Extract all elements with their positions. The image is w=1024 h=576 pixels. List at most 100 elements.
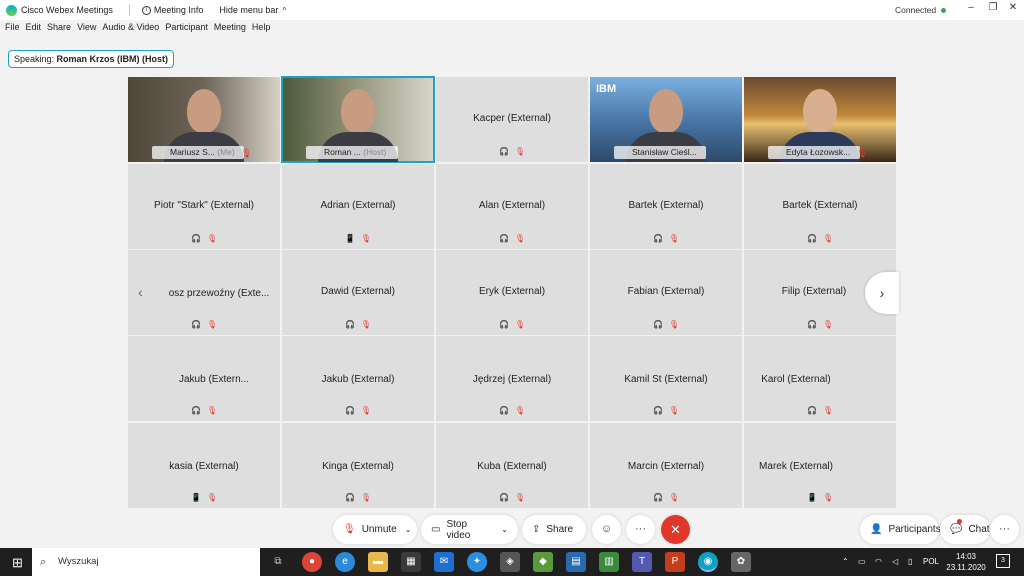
participant-tile[interactable]: Kinga (External) 🎧 🎙 bbox=[282, 423, 434, 508]
video-tile-name: Edyta Łozowsk... bbox=[786, 147, 851, 157]
title-separator bbox=[128, 4, 130, 16]
video-tile-roman[interactable]: Roman ... (Host) bbox=[281, 76, 435, 163]
mic-muted-icon: 🎙 bbox=[240, 148, 252, 158]
participant-status-icons: 🎧 🎙 bbox=[436, 406, 588, 415]
menu-share[interactable]: Share bbox=[47, 22, 71, 38]
share-button[interactable]: ⇪ Share bbox=[522, 515, 586, 544]
menu-audio-video[interactable]: Audio & Video bbox=[102, 22, 159, 38]
mic-muted-icon: 🎙 bbox=[343, 524, 356, 535]
tray-chevron-up-icon[interactable]: ⌃ bbox=[842, 548, 849, 576]
participant-video-face bbox=[341, 89, 375, 133]
menu-edit[interactable]: Edit bbox=[26, 22, 42, 38]
participant-tile[interactable]: Fabian (External) 🎧 🎙 bbox=[590, 250, 742, 335]
chat-button[interactable]: 💬 Chat bbox=[940, 515, 990, 544]
smiley-icon: ☺ bbox=[600, 523, 613, 535]
participant-tile[interactable]: kasia (External) 📱 🎙 bbox=[128, 423, 280, 508]
participant-tile[interactable]: Jakub (Extern... 🎧 🎙 bbox=[128, 336, 280, 421]
virtualbox-icon[interactable]: ◈ bbox=[500, 552, 520, 572]
participant-tile[interactable]: Piotr "Stark" (External) 🎧 🎙 bbox=[128, 164, 280, 249]
app-icon[interactable]: ▥ bbox=[599, 552, 619, 572]
edge-icon[interactable]: e bbox=[335, 552, 355, 572]
video-tile-stanislaw[interactable]: IBM Stanisław Cieśl... bbox=[590, 77, 742, 162]
headset-icon: 🎧 bbox=[190, 320, 201, 329]
unmute-button[interactable]: 🎙 Unmute ⌄ bbox=[333, 515, 417, 544]
menu-file[interactable]: File bbox=[5, 22, 20, 38]
tray-volume-icon[interactable]: ◁ bbox=[892, 548, 898, 576]
share-label: Share bbox=[546, 524, 574, 535]
video-tile-edyta[interactable]: Edyta Łozowsk... 🎙 bbox=[744, 77, 896, 162]
more-options-button[interactable]: ··· bbox=[626, 515, 655, 544]
participant-tile[interactable]: Adrian (External) 📱 🎙 bbox=[282, 164, 434, 249]
stop-video-button[interactable]: ▭ Stop video ⌄ bbox=[421, 515, 518, 544]
participant-tile[interactable]: Karol (External) 🎧 🎙 bbox=[744, 336, 896, 421]
webex-taskbar-icon[interactable]: ◉ bbox=[698, 552, 718, 572]
taskbar-search-box[interactable]: ⌕ Wyszukaj bbox=[32, 548, 260, 576]
participant-tile[interactable]: Kamil St (External) 🎧 🎙 bbox=[590, 336, 742, 421]
chevron-down-icon[interactable]: ⌄ bbox=[405, 525, 412, 534]
participant-tile[interactable]: Dawid (External) 🎧 🎙 bbox=[282, 250, 434, 335]
hide-menu-bar-button[interactable]: Hide menu bar ^ bbox=[219, 5, 286, 15]
menu-participant[interactable]: Participant bbox=[165, 22, 208, 38]
mic-muted-icon: 🎙 bbox=[822, 406, 834, 415]
meeting-info-button[interactable]: i Meeting Info bbox=[141, 5, 203, 15]
close-window-button[interactable]: ✕ bbox=[1006, 2, 1020, 13]
participant-tile[interactable]: Jędrzej (External) 🎧 🎙 bbox=[436, 336, 588, 421]
tray-network-icon[interactable]: ▭ bbox=[858, 548, 866, 576]
participant-tile[interactable]: Marcin (External) 🎧 🎙 bbox=[590, 423, 742, 508]
windows-start-icon[interactable]: ⊞ bbox=[12, 555, 23, 571]
store-icon[interactable]: ▦ bbox=[401, 552, 421, 572]
video-tile-name: Stanisław Cieśl... bbox=[632, 147, 697, 157]
minimize-button[interactable]: – bbox=[964, 2, 978, 13]
menu-view[interactable]: View bbox=[77, 22, 96, 38]
participants-button[interactable]: 👤 Participants bbox=[860, 515, 941, 544]
participant-status-icons: 🎧 🎙 bbox=[436, 320, 588, 329]
file-explorer-icon[interactable]: ▬ bbox=[368, 552, 388, 572]
leave-meeting-button[interactable]: ✕ bbox=[661, 515, 690, 544]
mic-muted-icon: 🎙 bbox=[206, 234, 218, 243]
participant-tile[interactable]: Kuba (External) 🎧 🎙 bbox=[436, 423, 588, 508]
participant-name: Dawid (External) bbox=[321, 286, 395, 297]
chevron-down-icon[interactable]: ⌄ bbox=[501, 525, 508, 534]
participant-tile-kacper[interactable]: Kacper (External) 🎧 🎙 bbox=[436, 77, 588, 162]
tray-wifi-icon[interactable]: ◠ bbox=[875, 548, 882, 576]
menu-meeting[interactable]: Meeting bbox=[214, 22, 246, 38]
participant-status-icons: 🎧 🎙 bbox=[128, 234, 280, 243]
app-icon[interactable]: ▤ bbox=[566, 552, 586, 572]
mail-icon[interactable]: ✉ bbox=[434, 552, 454, 572]
notification-center-button[interactable]: 3 bbox=[996, 554, 1010, 568]
tray-battery-icon[interactable]: ▯ bbox=[908, 548, 912, 576]
participant-tile[interactable]: Jakub (External) 🎧 🎙 bbox=[282, 336, 434, 421]
participant-tile[interactable]: Alan (External) 🎧 🎙 bbox=[436, 164, 588, 249]
next-page-button[interactable]: › bbox=[865, 272, 899, 314]
participant-tile[interactable]: Eryk (External) 🎧 🎙 bbox=[436, 250, 588, 335]
taskbar-clock[interactable]: 14:03 23.11.2020 bbox=[944, 551, 988, 573]
video-tile-name: Mariusz S... bbox=[170, 147, 215, 157]
safari-icon[interactable]: ✦ bbox=[467, 552, 487, 572]
participant-name: Kacper (External) bbox=[473, 113, 551, 124]
panel-options-button[interactable]: ··· bbox=[990, 515, 1019, 544]
chevron-up-icon: ^ bbox=[282, 5, 287, 15]
participant-name: kasia (External) bbox=[169, 461, 239, 472]
chrome-icon[interactable]: ● bbox=[302, 552, 322, 572]
participant-tile[interactable]: Bartek (External) 🎧 🎙 bbox=[744, 164, 896, 249]
participant-tile[interactable]: ‹ osz przewoźny (Exte... 🎧 🎙 bbox=[128, 250, 280, 335]
participants-label: Participants bbox=[888, 524, 941, 535]
video-tile-mariusz[interactable]: Mariusz S... (Me) 🎙 bbox=[128, 77, 280, 162]
headset-icon: 🎧 bbox=[498, 320, 509, 329]
participant-name: Bartek (External) bbox=[628, 200, 704, 211]
app-icon[interactable]: ◆ bbox=[533, 552, 553, 572]
powerpoint-icon[interactable]: P bbox=[665, 552, 685, 572]
restore-button[interactable]: ❐ bbox=[986, 2, 1000, 13]
participant-tile[interactable]: Marek (External) 📱 🎙 bbox=[744, 423, 896, 508]
teams-icon[interactable]: T bbox=[632, 552, 652, 572]
clock-time: 14:03 bbox=[955, 552, 977, 561]
mic-muted-icon: 🎙 bbox=[360, 406, 372, 415]
language-indicator[interactable]: POL bbox=[923, 548, 939, 576]
menu-help[interactable]: Help bbox=[252, 22, 271, 38]
task-view-icon[interactable]: ⧉ bbox=[268, 552, 288, 572]
reactions-button[interactable]: ☺ bbox=[592, 515, 621, 544]
participant-status-icons: 🎧 🎙 bbox=[590, 493, 742, 502]
participant-name: Karol (External) bbox=[761, 374, 831, 385]
participant-tile[interactable]: Bartek (External) 🎧 🎙 bbox=[590, 164, 742, 249]
app-icon[interactable]: ✿ bbox=[731, 552, 751, 572]
